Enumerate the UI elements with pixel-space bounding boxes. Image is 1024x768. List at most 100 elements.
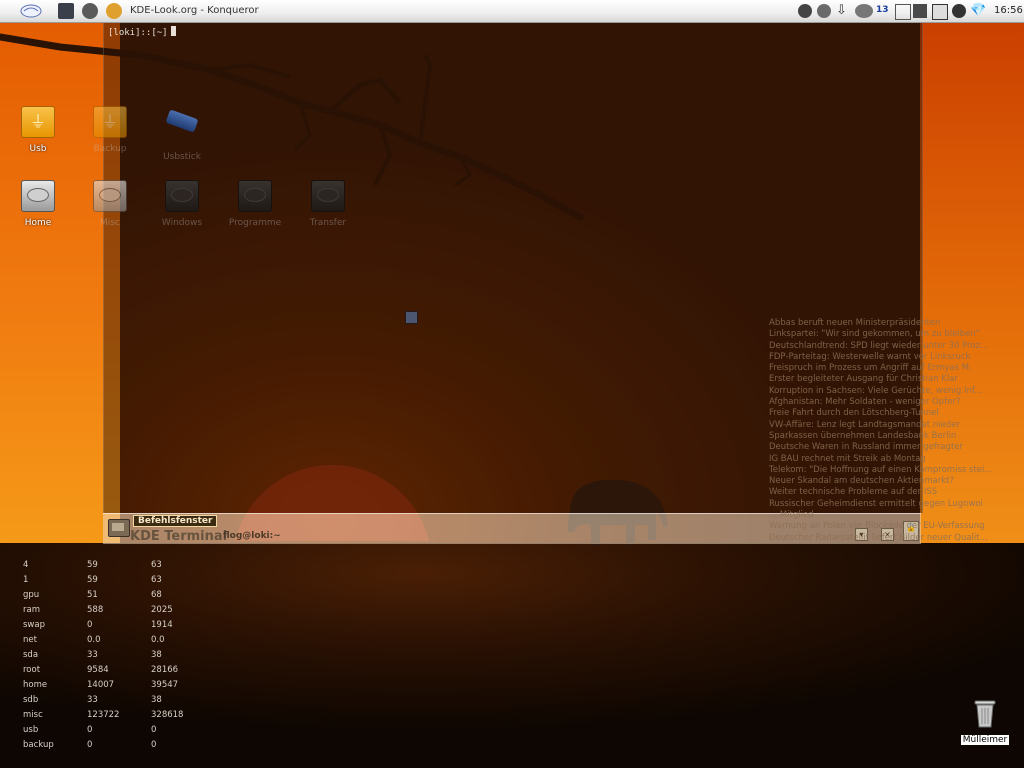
stat-name: 4 <box>23 560 29 570</box>
stat-value: 39547 <box>151 680 179 690</box>
news-item[interactable]: Weiter technische Probleme auf der ISS <box>769 487 1009 498</box>
stat-value: 588 <box>87 605 104 615</box>
stat-value: 59 <box>87 560 98 570</box>
window-list-icon[interactable] <box>932 4 948 20</box>
desktop-icon-label: Usbstick <box>163 152 201 162</box>
stat-value: 123722 <box>87 710 120 720</box>
news-item[interactable]: Afghanistan: Mehr Soldaten - weniger Opf… <box>769 397 1009 408</box>
stat-name: ram <box>23 605 40 615</box>
network-icon[interactable] <box>817 4 831 18</box>
stat-value: 1914 <box>151 620 173 630</box>
stat-value: 0 <box>151 725 157 735</box>
taskbar-window-title[interactable]: KDE-Look.org - Konqueror <box>130 5 259 16</box>
stat-value: 0 <box>87 620 93 630</box>
desktop-icon[interactable] <box>58 3 74 19</box>
stat-value: 63 <box>151 560 162 570</box>
desktop-icon-programme[interactable]: Programme <box>225 178 285 228</box>
stat-value: 59 <box>87 575 98 585</box>
stat-value: 14007 <box>87 680 115 690</box>
stat-value: 51 <box>87 590 98 600</box>
stat-name: gpu <box>23 590 40 600</box>
terminal-session-title: flog@loki:~ <box>223 531 281 541</box>
download-icon[interactable]: ⇩ <box>836 4 850 18</box>
stat-value: 0.0 <box>87 635 101 645</box>
stat-name: misc <box>23 710 43 720</box>
kmix-icon[interactable] <box>952 4 966 18</box>
stat-name: sdb <box>23 695 39 705</box>
stat-value: 63 <box>151 575 162 585</box>
news-item[interactable]: Freie Fahrt durch den Lötschberg-Tunnel <box>769 408 1009 419</box>
trash-label: Mülleimer <box>960 735 1010 745</box>
news-item[interactable]: VW-Affäre: Lenz legt Landtagsmandat nied… <box>769 420 1009 431</box>
news-item[interactable]: Deutschlandtrend: SPD liegt wieder unter… <box>769 341 1009 352</box>
stat-value: 0 <box>87 725 93 735</box>
news-item[interactable]: Korruption in Sachsen: Viele Gerüchte, w… <box>769 386 1009 397</box>
printer-icon[interactable] <box>82 3 98 19</box>
stat-value: 33 <box>87 695 98 705</box>
stat-name: root <box>23 665 41 675</box>
news-item[interactable]: Sparkassen übernehmen Landesbank Berlin <box>769 431 1009 442</box>
backup-drive-icon <box>93 106 127 140</box>
news-item[interactable]: Linkspartei: "Wir sind gekommen, um zu b… <box>769 329 1009 340</box>
news-feed: Abbas beruft neuen Ministerpräsidenten L… <box>769 318 1009 544</box>
desktop-icon-label: Windows <box>161 218 203 228</box>
hard-drive-icon <box>21 180 55 214</box>
volume-icon[interactable] <box>798 4 812 18</box>
desktop-icon-label: Backup <box>93 144 127 154</box>
trash-icon <box>974 700 996 728</box>
hard-drive-icon <box>311 180 345 214</box>
clock[interactable]: 16:56 <box>994 5 1023 16</box>
desktop-icon-home[interactable]: Home <box>8 178 68 228</box>
desktop-icon-label: Usb <box>29 144 47 154</box>
hard-drive-icon <box>93 180 127 214</box>
news-item[interactable]: Russischer Geheimdienst ermittelt gegen … <box>769 499 1009 510</box>
stat-name: swap <box>23 620 45 630</box>
news-item[interactable]: Deutsche Waren in Russland immer gefragt… <box>769 442 1009 453</box>
stat-name: backup <box>23 740 54 750</box>
k-menu-icon <box>20 4 42 18</box>
news-item[interactable]: Telekom: "Die Hoffnung auf einen Komprom… <box>769 465 1009 476</box>
news-item[interactable]: Deutscher Radarsatellit liefert Bilder n… <box>769 533 1009 544</box>
hard-drive-icon <box>165 180 199 214</box>
konqueror-icon[interactable] <box>106 3 122 19</box>
news-item[interactable]: IG BAU rechnet mit Streik ab Montag <box>769 454 1009 465</box>
desktop-icon-misc[interactable]: Misc <box>80 178 140 228</box>
desktop-icon-usbstick[interactable]: Usbstick <box>152 104 212 162</box>
stat-value: 328618 <box>151 710 184 720</box>
news-item[interactable]: Warnung an Polen vor Blockade der EU-Ver… <box>769 521 1009 532</box>
news-item[interactable]: Neuer Skandal am deutschen Aktienmarkt? <box>769 476 1009 487</box>
terminal-tab-label[interactable]: Befehlsfenster <box>133 515 218 527</box>
desktop-icon-windows[interactable]: Windows <box>152 178 212 228</box>
stat-value: 9584 <box>87 665 109 675</box>
diamond-icon[interactable]: 💎 <box>970 4 986 18</box>
desktop-icon-trash[interactable]: Mülleimer <box>960 698 1010 745</box>
k-menu-button[interactable] <box>20 3 42 19</box>
news-item[interactable]: ... Mitglied <box>769 510 1009 521</box>
monitor-icon[interactable] <box>913 4 927 18</box>
terminal-prompt[interactable]: [loki]::[~] <box>108 26 176 38</box>
stat-name: 1 <box>23 575 29 585</box>
taskbar: KDE-Look.org - Konqueror ⇩ 13 💎 16:56 <box>0 0 1024 23</box>
news-item[interactable]: FDP-Parteitag: Westerwelle warnt vor Lin… <box>769 352 1009 363</box>
news-item[interactable]: Freispruch im Prozess um Angriff auf Erm… <box>769 363 1009 374</box>
stat-name: net <box>23 635 37 645</box>
desktop-icon-transfer[interactable]: Transfer <box>298 178 358 228</box>
clipboard-icon[interactable] <box>895 4 911 20</box>
disk-icon[interactable] <box>855 4 873 18</box>
usb-stick-icon <box>165 109 199 148</box>
terminal-app-name: KDE Terminal <box>130 529 228 544</box>
news-item[interactable]: Erster begleiteter Ausgang für Christian… <box>769 374 1009 385</box>
tray-badge: 13 <box>876 5 889 15</box>
stat-value: 0 <box>151 740 157 750</box>
desktop-icon-label: Transfer <box>309 218 347 228</box>
new-session-icon[interactable] <box>108 519 130 537</box>
desktop-icon-label: Programme <box>228 218 282 228</box>
news-item[interactable]: Abbas beruft neuen Ministerpräsidenten <box>769 318 1009 329</box>
stat-name: sda <box>23 650 39 660</box>
stat-name: usb <box>23 725 39 735</box>
desktop-icon-usb[interactable]: Usb <box>8 104 68 154</box>
stat-value: 38 <box>151 695 162 705</box>
desktop-icon-label: Home <box>24 218 52 228</box>
desktop-icon-backup[interactable]: Backup <box>80 104 140 154</box>
text-cursor <box>170 26 176 36</box>
